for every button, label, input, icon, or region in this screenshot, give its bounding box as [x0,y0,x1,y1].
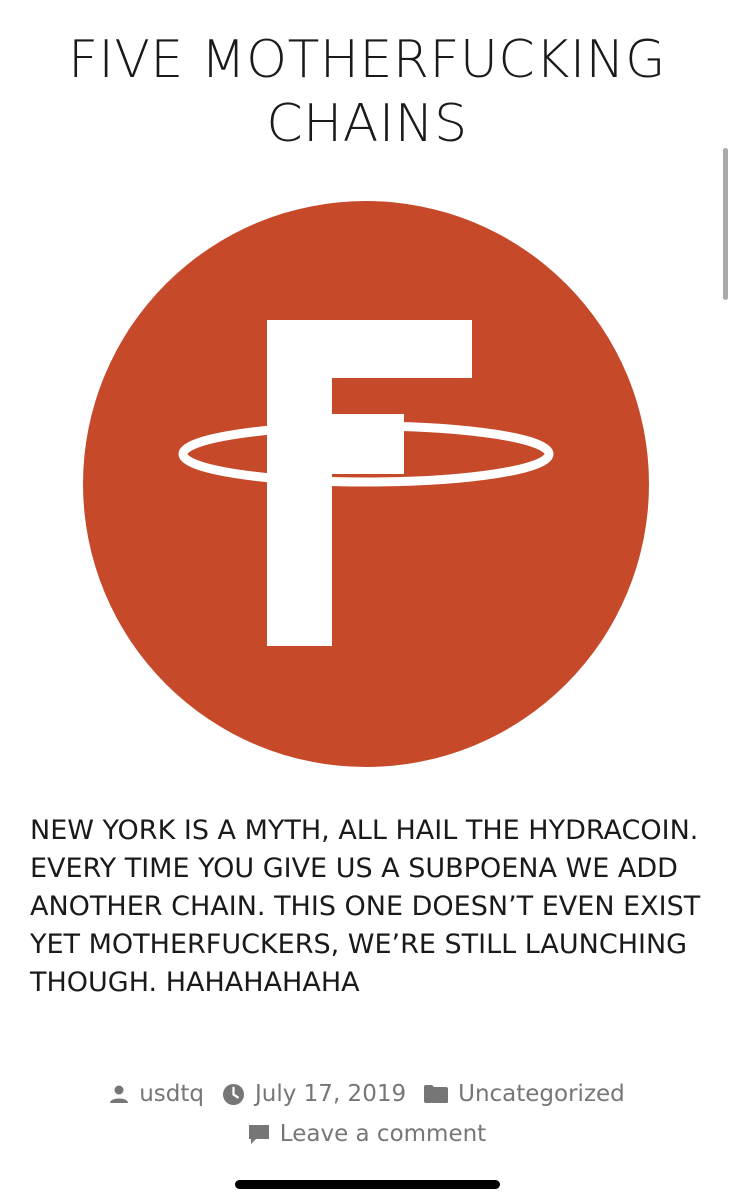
comment-icon [248,1125,269,1144]
leave-comment-link[interactable]: Leave a comment [280,1121,486,1147]
clock-icon [222,1083,245,1105]
category-meta[interactable]: Uncategorized [424,1081,625,1107]
post-title: FIVE MOTHERFUCKING CHAINS [68,30,666,154]
post-body: NEW YORK IS A MYTH, ALL HAIL THE HYDRACO… [30,815,701,998]
folder-icon [424,1085,449,1103]
post-meta-comments: Leave a comment [0,1121,734,1147]
home-indicator[interactable] [235,1180,500,1189]
person-icon [110,1085,129,1103]
author-meta[interactable]: usdtq [109,1081,204,1107]
post-meta: usdtq July 17, 2019 Uncategorized [0,1081,734,1107]
scrollbar[interactable] [723,148,728,300]
post-featured-image [83,201,649,767]
author-link[interactable]: usdtq [139,1081,204,1107]
comment-meta[interactable]: Leave a comment [248,1121,486,1147]
category-link[interactable]: Uncategorized [458,1081,625,1107]
date-meta[interactable]: July 17, 2019 [222,1081,406,1107]
date-link[interactable]: July 17, 2019 [255,1081,406,1107]
